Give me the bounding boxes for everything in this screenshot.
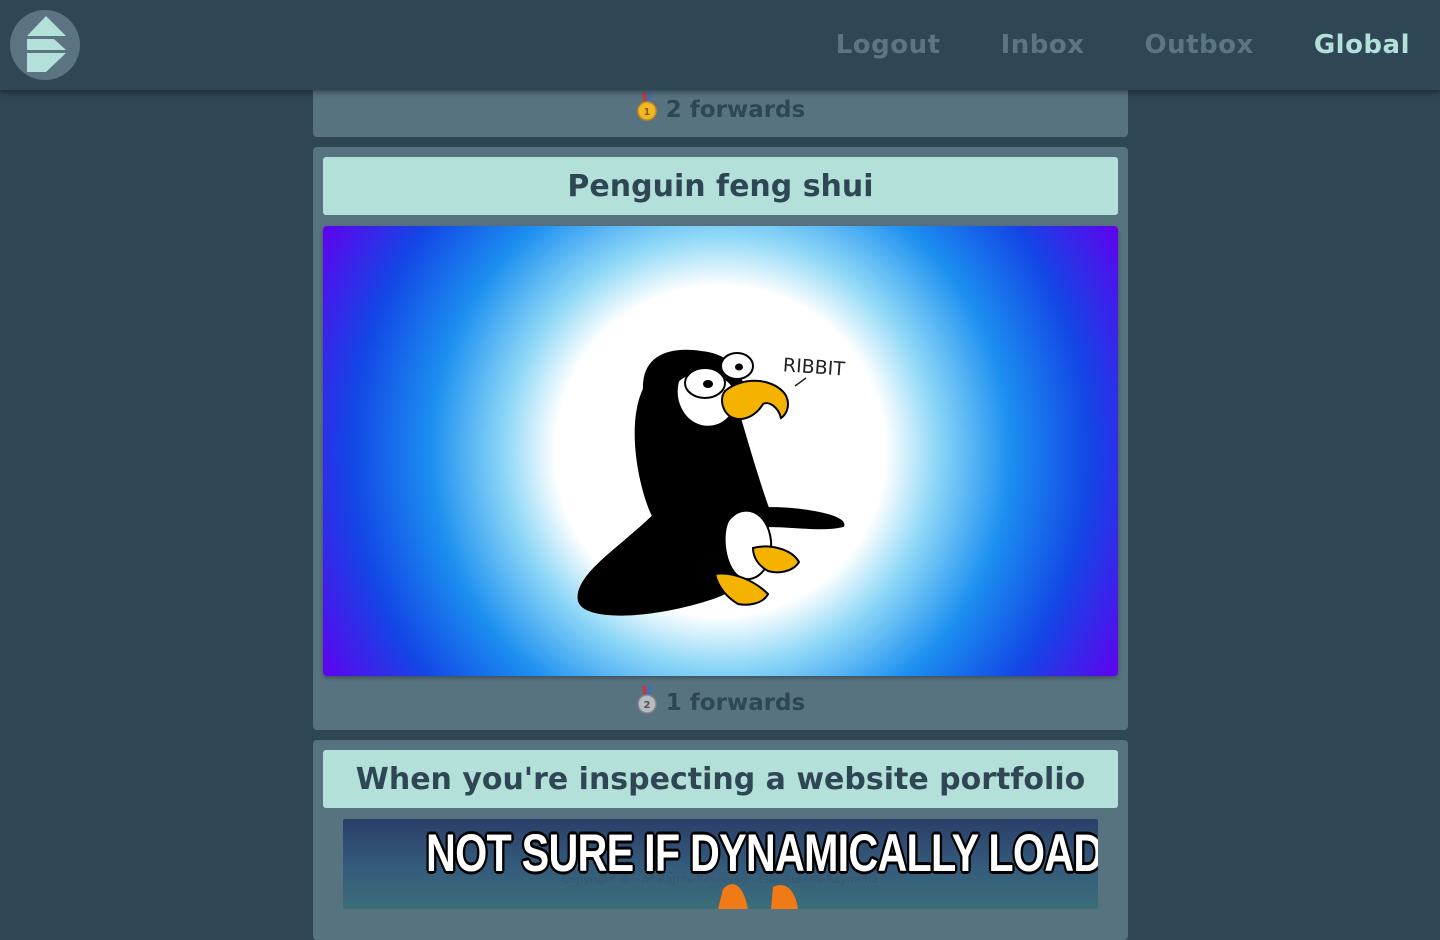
nav-global-link[interactable]: Global (1314, 30, 1410, 60)
post-card: Penguin feng shui RIBBIT 2 1 forwards (313, 147, 1128, 730)
main-nav: Logout Inbox Outbox Global (776, 0, 1410, 90)
penguin-drawing-icon: RIBBIT (577, 349, 846, 616)
post-card: When you're inspecting a website portfol… (313, 740, 1128, 940)
top-bar: Logout Inbox Outbox Global (0, 0, 1440, 90)
gold-medal-icon: 1 (636, 93, 658, 127)
forwards-count: 2 forwards (665, 97, 806, 123)
forwards-count: 1 forwards (665, 690, 806, 716)
copyright-notice: Copyright © - All Rights Reserved - Elli… (561, 873, 879, 886)
nav-logout-link[interactable]: Logout (836, 30, 941, 60)
svg-text:RIBBIT: RIBBIT (782, 354, 846, 380)
nav-inbox-link[interactable]: Inbox (1001, 30, 1085, 60)
meme-background-icon (718, 884, 798, 909)
post-forwards[interactable]: 1 2 forwards (313, 93, 1128, 127)
silver-medal-icon: 2 (636, 686, 658, 720)
post-image[interactable]: NOT SURE IF DYNAMICALLY LOADED (343, 819, 1098, 909)
svg-text:2: 2 (643, 700, 650, 711)
post-image[interactable]: RIBBIT (323, 226, 1118, 676)
site-logo-icon[interactable] (10, 10, 80, 80)
svg-text:1: 1 (643, 107, 650, 118)
post-forwards[interactable]: 2 1 forwards (313, 686, 1128, 720)
post-title[interactable]: Penguin feng shui (323, 157, 1118, 215)
post-title[interactable]: When you're inspecting a website portfol… (323, 750, 1118, 808)
nav-outbox-link[interactable]: Outbox (1145, 30, 1254, 60)
